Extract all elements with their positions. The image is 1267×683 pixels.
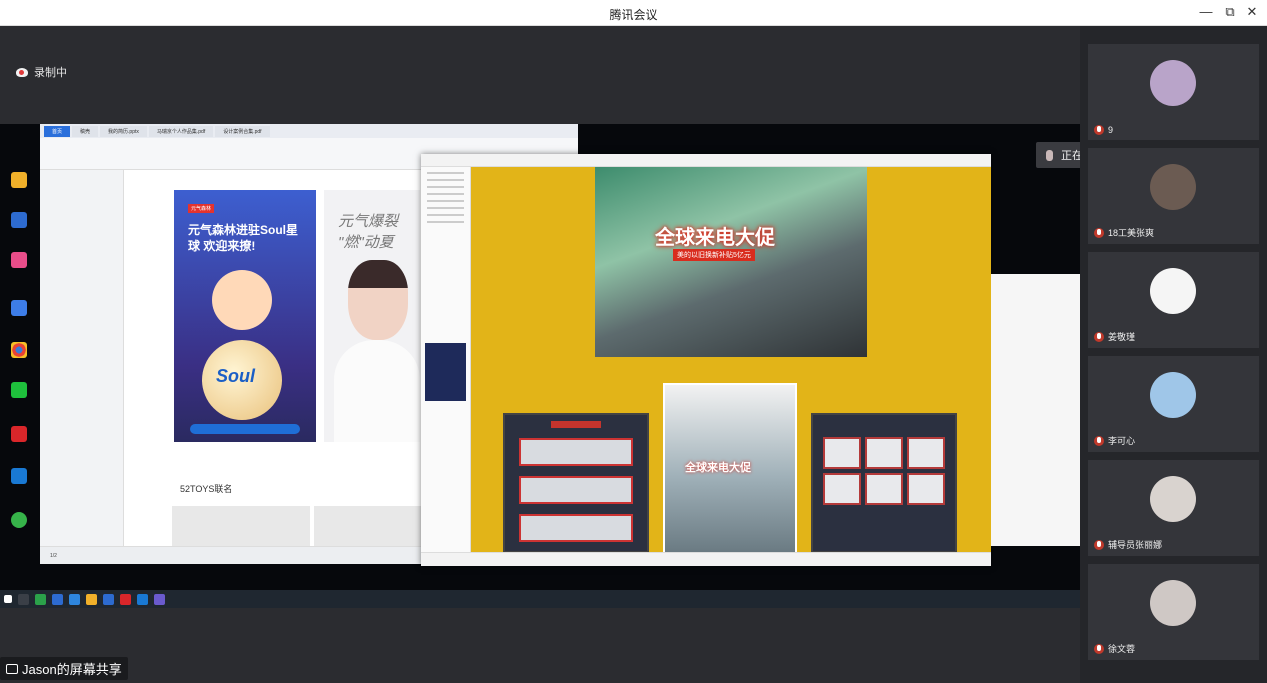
participant-tile[interactable]: 辅导员张丽娜 (1088, 460, 1259, 556)
desktop-icon-doc (6, 212, 32, 230)
mockup-banner: 全球来电大促 (685, 462, 751, 474)
participant-tile[interactable]: 9 (1088, 44, 1259, 140)
chrome-icon (6, 342, 32, 360)
desktop-icon-green (6, 512, 32, 530)
doc-tab-3[interactable]: 马瑞京个人作品集.pdf (148, 125, 214, 137)
participant-tile[interactable]: 李可心 (1088, 356, 1259, 452)
taskbar-app-5[interactable] (103, 593, 114, 605)
poster-brand: 元气森林 (188, 204, 215, 213)
participant-name: 徐文蓉 (1108, 644, 1136, 654)
desktop-icon-app (6, 300, 32, 318)
wps-taskbar-icon[interactable] (120, 593, 131, 605)
doc-tab-2[interactable]: 我的简历.pptx (100, 125, 147, 137)
product-photo-1 (172, 506, 310, 546)
thumbnail-selected[interactable] (425, 343, 466, 401)
mic-muted-icon (1094, 331, 1104, 342)
document-sidebar (40, 170, 124, 546)
poster-heading: 元气森林进驻Soul星球 欢迎来撩! (188, 223, 298, 253)
hero-banner: 全球来电大促 (655, 227, 775, 249)
mic-muted-icon (1094, 125, 1104, 135)
summer-poster: 元气爆裂 "燃"动夏 (324, 190, 420, 442)
poster-body (334, 340, 420, 442)
hero-subtitle: 美的以旧换新补贴5亿元 (673, 249, 755, 261)
recording-indicator: 录制中 (16, 64, 67, 80)
poster-character (212, 270, 272, 330)
product-card-right (811, 413, 957, 552)
screen-share-icon (6, 663, 18, 674)
minimize-button[interactable]: — (1197, 4, 1215, 19)
poster-footer-bar (190, 424, 300, 434)
mic-muted-icon (1094, 539, 1104, 550)
taskbar-app-3[interactable] (69, 593, 80, 605)
participant-tile[interactable]: 姜敬瑾 (1088, 252, 1259, 348)
taskbar-app-2[interactable] (52, 593, 63, 605)
iqiyi-icon (6, 382, 32, 400)
doc-tab-home[interactable]: 首页 (44, 125, 71, 137)
taskbar-app-1[interactable] (35, 593, 46, 605)
mic-muted-icon (1094, 435, 1104, 446)
doc-tab-4[interactable]: 设计案例合集.pdf (215, 125, 270, 137)
recording-label: 录制中 (34, 67, 67, 79)
participant-panel: 9 18工美张爽 姜敬瑾 李可心 辅导员张丽娜 徐文蓉 (1080, 26, 1267, 683)
restore-button[interactable]: ⧉ (1221, 4, 1239, 20)
screen-share-text: Jason的屏幕共享 (22, 662, 122, 677)
poster-portrait (348, 260, 408, 340)
soul-word: Soul (216, 366, 255, 386)
wps-icon (6, 426, 32, 444)
section-label: 52TOYS联名 (180, 484, 233, 494)
image-viewer-window: 全球来电大促 美的以旧换新补贴5亿元 全球来电大促 (421, 154, 991, 566)
screen-share-label: Jason的屏幕共享 (0, 657, 128, 680)
windows-taskbar (0, 590, 1080, 608)
doc-tab-1[interactable]: 稿壳 (72, 125, 99, 137)
avatar (1150, 60, 1196, 106)
window-title: 腾讯会议 (609, 8, 658, 22)
product-card-left (503, 413, 649, 552)
edge-icon (6, 468, 32, 486)
taskbar-app-6[interactable] (137, 593, 148, 605)
mobile-mockup: 全球来电大促 (663, 383, 797, 552)
hero-image: 全球来电大促 美的以旧换新补贴5亿元 (595, 167, 867, 357)
participant-tile[interactable]: 18工美张爽 (1088, 148, 1259, 244)
recording-icon (16, 67, 28, 77)
start-icon[interactable] (4, 595, 12, 603)
mic-icon (1046, 149, 1053, 161)
avatar (1150, 372, 1196, 418)
taskbar-app-4[interactable] (86, 593, 97, 605)
avatar (1150, 268, 1196, 314)
image-viewer-header (421, 154, 991, 167)
document-tabs: 首页 稿壳 我的简历.pptx 马瑞京个人作品集.pdf 设计案例合集.pdf (40, 124, 578, 138)
thumbnail-panel (421, 167, 471, 552)
background-window (991, 274, 1080, 546)
avatar (1150, 164, 1196, 210)
participant-name: 9 (1108, 125, 1114, 135)
summer-poster-title: 元气爆裂 "燃"动夏 (338, 213, 399, 251)
image-viewer-toolbar (421, 552, 991, 566)
search-icon[interactable] (18, 593, 29, 605)
mic-muted-icon (1094, 227, 1104, 238)
page-indicator: 1/2 (50, 552, 57, 559)
desktop-icon-folder (6, 172, 32, 190)
soul-poster: 元气森林 元气森林进驻Soul星球 欢迎来撩! Soul (174, 190, 316, 442)
promo-artwork: 全球来电大促 美的以旧换新补贴5亿元 全球来电大促 (471, 167, 991, 552)
title-bar: 腾讯会议 — ⧉ ✕ (0, 0, 1267, 26)
participant-name: 李可心 (1108, 436, 1136, 446)
shared-screen-area: 录制中 首页 稿壳 我的简历.pptx 马瑞京个人作品集.pdf 设计案例合集.… (0, 26, 1080, 683)
avatar (1150, 476, 1196, 522)
close-button[interactable]: ✕ (1243, 4, 1261, 20)
participant-tile[interactable]: 徐文蓉 (1088, 564, 1259, 660)
desktop-icon-media (6, 252, 32, 270)
participant-name: 辅导员张丽娜 (1108, 540, 1163, 550)
avatar (1150, 580, 1196, 626)
participant-name: 姜敬瑾 (1108, 332, 1136, 342)
taskbar-app-7[interactable] (154, 593, 165, 605)
shared-desktop: 首页 稿壳 我的简历.pptx 马瑞京个人作品集.pdf 设计案例合集.pdf … (0, 124, 1080, 608)
participant-name: 18工美张爽 (1108, 228, 1155, 238)
mic-muted-icon (1094, 643, 1104, 654)
